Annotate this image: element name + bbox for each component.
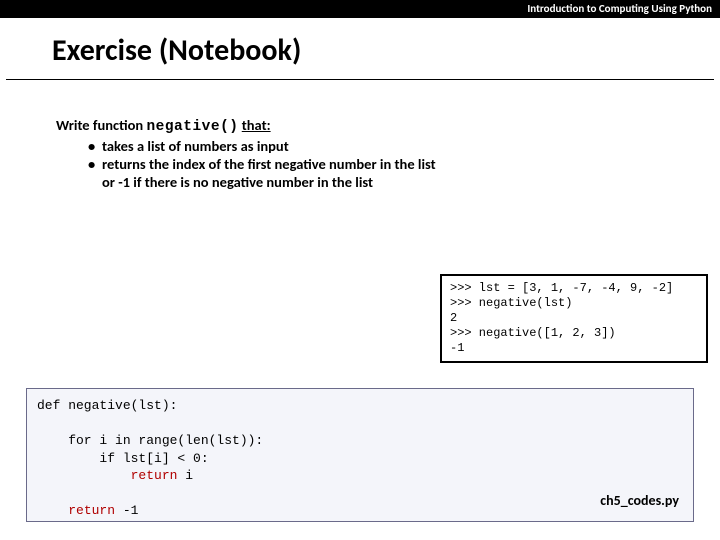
- return-keyword: return: [68, 503, 115, 518]
- return-val: i: [177, 468, 193, 483]
- course-header: Introduction to Computing Using Python: [0, 0, 720, 18]
- function-name: negative(): [146, 119, 238, 135]
- bullet-text: takes a list of numbers as input: [102, 137, 289, 155]
- solution-code-box: def negative(lst): for i in range(len(ls…: [26, 388, 694, 522]
- repl-line: -1: [450, 341, 464, 355]
- return-val: -1: [115, 503, 138, 518]
- bullet-item: takes a list of numbers as input: [88, 137, 720, 155]
- indent: [37, 468, 131, 483]
- slide-title: Exercise (Notebook): [6, 18, 714, 80]
- repl-line: >>> negative(lst): [450, 296, 572, 310]
- bullet-item: returns the index of the first negative …: [88, 155, 720, 191]
- code-blank: [37, 485, 683, 503]
- code-blank: [37, 415, 683, 433]
- example-repl-box: >>> lst = [3, 1, -7, -4, 9, -2] >>> nega…: [440, 274, 708, 363]
- bullet-subtext: or -1 if there is no negative number in …: [102, 173, 720, 191]
- code-line: def negative(lst):: [37, 397, 683, 415]
- intro-prefix: Write function: [56, 116, 146, 134]
- code-line: return i: [37, 467, 683, 485]
- bullet-text: returns the index of the first negative …: [102, 155, 436, 173]
- course-name: Introduction to Computing Using Python: [527, 2, 712, 15]
- return-keyword: return: [131, 468, 178, 483]
- code-line: return -1: [37, 502, 683, 520]
- repl-line: >>> negative([1, 2, 3]): [450, 326, 616, 340]
- indent: [37, 503, 68, 518]
- intro-that: that:: [242, 116, 271, 134]
- task-intro: Write function negative() that:: [56, 116, 720, 135]
- task-bullets: takes a list of numbers as input returns…: [56, 135, 720, 191]
- source-filename: ch5_codes.py: [600, 492, 679, 511]
- repl-line: 2: [450, 311, 457, 325]
- code-line: for i in range(len(lst)):: [37, 432, 683, 450]
- code-line: if lst[i] < 0:: [37, 450, 683, 468]
- repl-line: >>> lst = [3, 1, -7, -4, 9, -2]: [450, 281, 673, 295]
- task-content: Write function negative() that: takes a …: [0, 80, 720, 191]
